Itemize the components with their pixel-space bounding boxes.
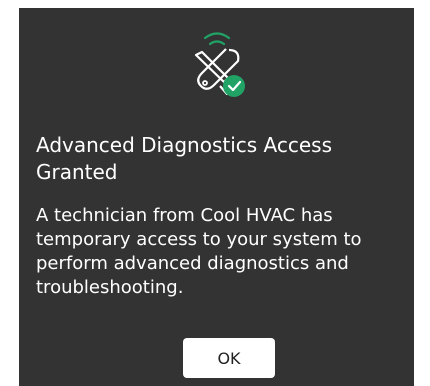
access-granted-dialog: Advanced Diagnostics Access Granted A te… — [19, 8, 414, 386]
tools-wireless-check-icon — [194, 32, 245, 97]
ok-button[interactable]: OK — [183, 338, 275, 378]
dialog-title: Advanced Diagnostics Access Granted — [36, 133, 333, 184]
dialog-message: A technician from Cool HVAC has temporar… — [36, 205, 362, 298]
diagnostics-icon — [172, 16, 262, 106]
